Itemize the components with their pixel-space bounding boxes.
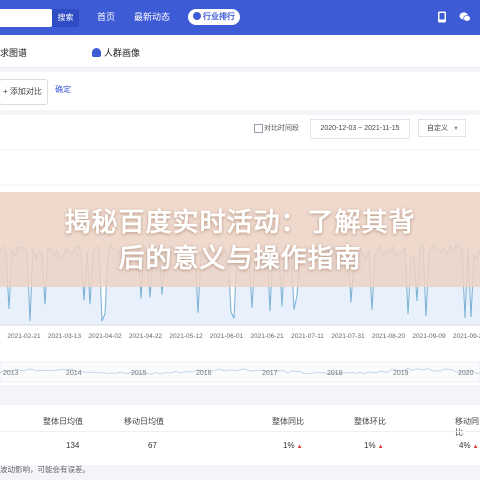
- date-range-picker[interactable]: 2020-12-03 ~ 2021-11-15: [310, 119, 410, 139]
- x-tick-label: 2021-07-11: [291, 333, 324, 340]
- wechat-icon[interactable]: [459, 11, 471, 23]
- tab-audience-profile[interactable]: 人群画像: [92, 46, 140, 59]
- cell-mobile-daily: 67: [148, 441, 157, 450]
- rank-icon: [193, 12, 201, 20]
- custom-range-select[interactable]: 自定义 ▼: [418, 119, 466, 137]
- compare-time-label: 对比时间段: [264, 125, 299, 132]
- x-tick-label: 2021-04-22: [129, 333, 163, 340]
- audience-icon: [92, 48, 101, 57]
- industry-rank-label: 行业排行: [203, 12, 235, 21]
- x-tick-label: 2021-09-09: [412, 333, 446, 340]
- arrow-up-icon: ▲: [296, 444, 303, 450]
- add-compare-button[interactable]: + 添加对比: [0, 79, 48, 105]
- overview-tick-label: 2013: [3, 370, 19, 377]
- cell-mobile-yoy: 4% ▲: [459, 441, 479, 450]
- header-overall-yoy: 整体同比: [272, 417, 304, 426]
- overview-tick-label: 2020: [458, 370, 474, 377]
- overview-tick-label: 2017: [262, 370, 278, 377]
- search-input[interactable]: [0, 9, 52, 27]
- header-mobile-daily: 移动日均值: [124, 417, 164, 426]
- cell-overall-yoy-value: 1%: [283, 441, 295, 450]
- header-overall-daily: 整体日均值: [43, 417, 83, 426]
- chevron-down-icon: ▼: [453, 126, 459, 132]
- footnote: 波动影响，可能会有误差。: [0, 465, 90, 474]
- x-tick-label: 2021-02-21: [7, 333, 41, 340]
- x-tick-label: 2021-06-01: [210, 333, 244, 340]
- industry-rank-button[interactable]: 行业排行: [188, 9, 240, 25]
- x-tick-label: 2021-03-13: [48, 333, 82, 340]
- arrow-up-icon: ▲: [472, 444, 479, 450]
- table-divider: [0, 431, 480, 432]
- top-nav: 搜索 首页 最新动态 行业排行: [0, 0, 480, 35]
- cell-overall-mom: 1% ▲: [364, 441, 384, 450]
- cell-mobile-yoy-value: 4%: [459, 441, 471, 450]
- search-button[interactable]: 搜索: [52, 9, 79, 27]
- x-tick-label: 2021-04-02: [88, 333, 122, 340]
- nav-link-home[interactable]: 首页: [97, 11, 115, 23]
- mobile-icon[interactable]: [437, 11, 447, 23]
- confirm-link[interactable]: 确定: [55, 84, 71, 95]
- tab-demand-graph[interactable]: 求图谱: [0, 46, 27, 59]
- overview-tick-label: 2016: [196, 370, 212, 377]
- banner-title-line-2: 后的意义与操作指南: [118, 243, 362, 273]
- nav-link-news[interactable]: 最新动态: [134, 11, 170, 23]
- stats-table: 整体日均值 移动日均值 整体同比 整体环比 移动同比 134 67 1% ▲ 1%…: [0, 405, 480, 465]
- overview-tick-label: 2019: [393, 370, 409, 377]
- header-mobile-yoy: 移动同比: [455, 417, 479, 437]
- x-tick-label: 2021-08-20: [372, 333, 406, 340]
- overview-tick-label: 2015: [131, 370, 147, 377]
- x-tick-label: 2021-06-21: [250, 333, 284, 340]
- overview-tick-label: 2018: [327, 370, 343, 377]
- cell-overall-yoy: 1% ▲: [283, 441, 303, 450]
- compare-time-checkbox[interactable]: [254, 124, 263, 133]
- compare-row: + 添加对比 确定: [0, 72, 480, 110]
- custom-range-label: 自定义: [427, 125, 448, 132]
- cell-overall-daily: 134: [66, 441, 80, 450]
- tab-audience-label: 人群画像: [104, 48, 141, 58]
- cell-overall-mom-value: 1%: [364, 441, 376, 450]
- banner-title: 揭秘百度实时活动：了解其背 后的意义与操作指南: [0, 204, 480, 276]
- overview-tick-label: 2014: [66, 370, 82, 377]
- x-tick-label: 2021-05-12: [169, 333, 203, 340]
- banner-title-line-1: 揭秘百度实时活动：了解其背: [64, 207, 416, 237]
- analysis-tabs: 求图谱 人群画像: [0, 35, 480, 68]
- x-tick-label: 2021-07-31: [331, 333, 365, 340]
- header-overall-mom: 整体环比: [354, 417, 386, 426]
- arrow-up-icon: ▲: [377, 444, 384, 450]
- x-tick-label: 2021-09-29: [453, 333, 480, 340]
